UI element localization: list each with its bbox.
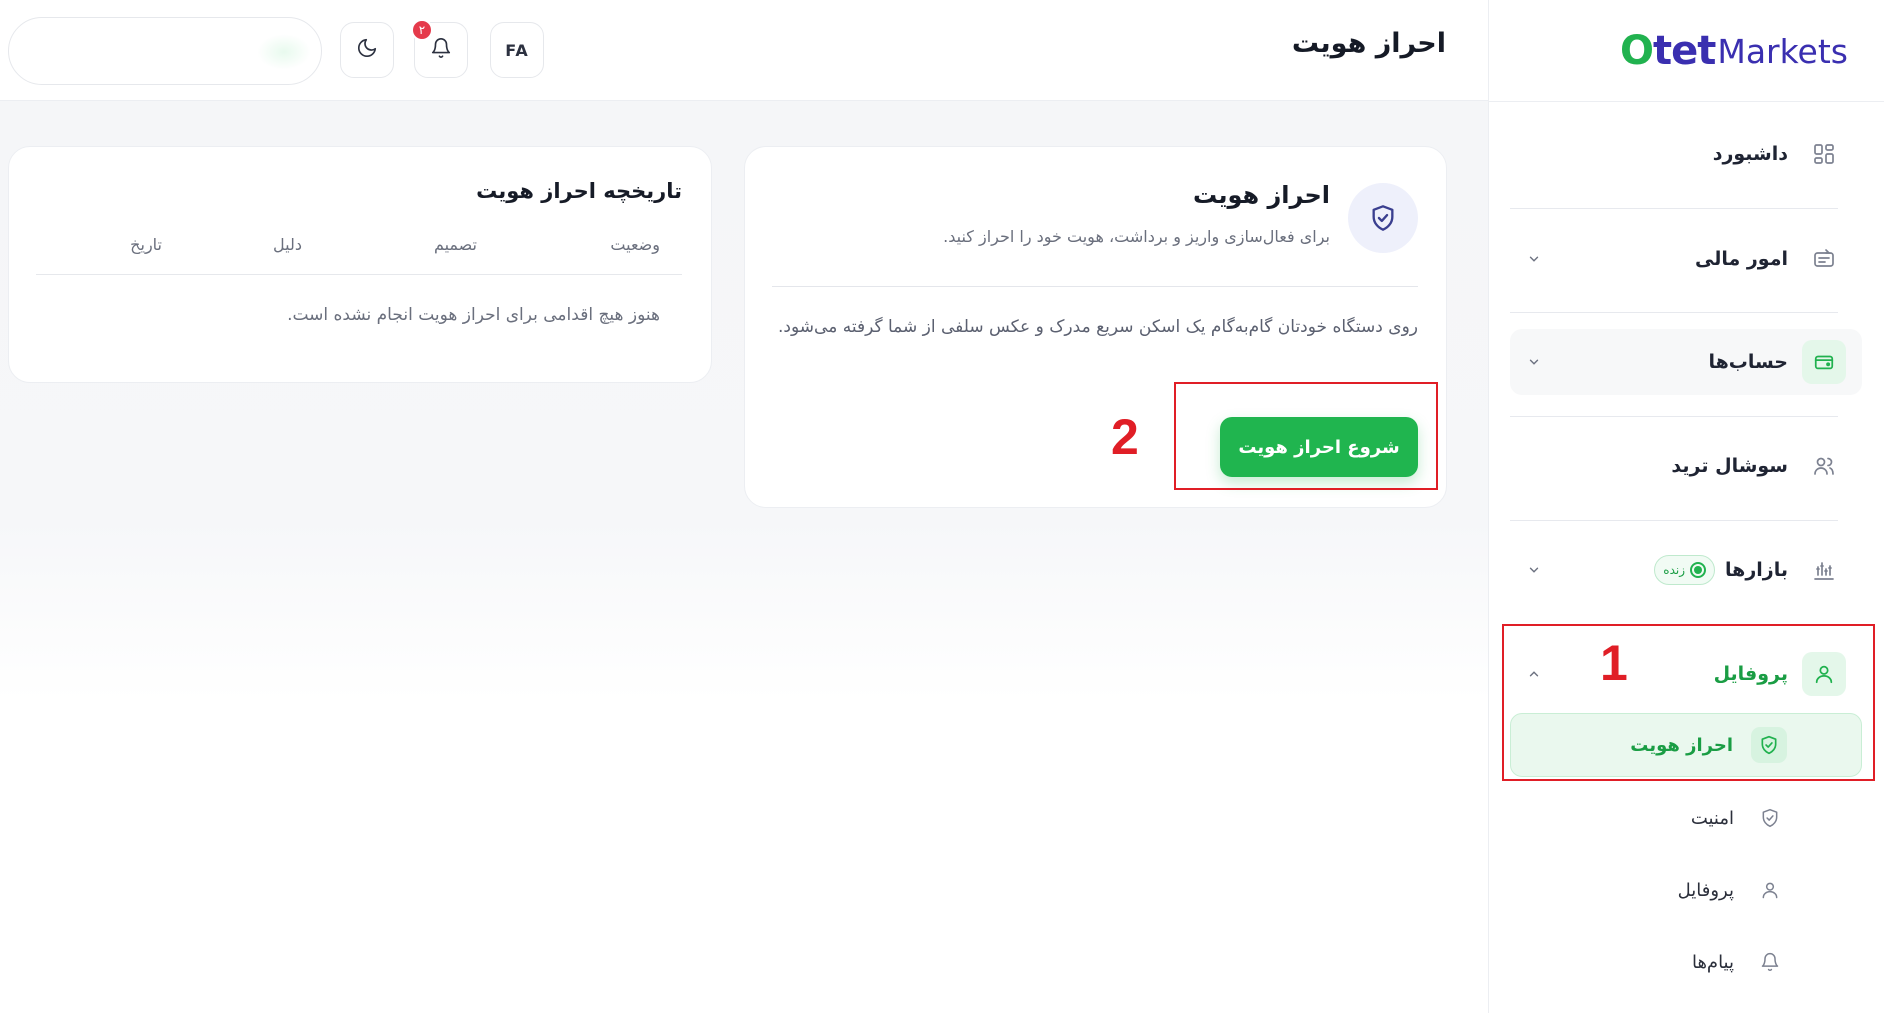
divider	[772, 286, 1418, 287]
sidebar-subitem-security[interactable]: امنیت	[1510, 786, 1862, 850]
notification-count-badge: ۲	[411, 19, 433, 41]
sidebar: Otet Markets داشبورد امور مالی حساب‌ها	[1488, 0, 1884, 1013]
history-empty-state: هنوز هیچ اقدامی برای احراز هویت انجام نش…	[287, 305, 660, 325]
verification-history-card: تاریخچه احراز هویت وضعیت تصمیم دلیل تاری…	[8, 146, 712, 383]
page-title: احراز هویت	[1291, 28, 1446, 59]
theme-toggle-button[interactable]	[340, 22, 394, 78]
column-reason: دلیل	[273, 235, 302, 254]
sidebar-item-label: بازارها	[1725, 559, 1788, 581]
bell-icon	[430, 37, 452, 63]
wallet-icon	[1802, 340, 1846, 384]
column-date: تاریخ	[130, 235, 162, 254]
sidebar-subitem-profile[interactable]: پروفایل	[1510, 858, 1862, 922]
chevron-down-icon[interactable]	[1524, 249, 1544, 269]
shield-check-icon	[1348, 183, 1418, 253]
chart-bars-icon	[1802, 548, 1846, 592]
sidebar-subitem-label: امنیت	[1690, 807, 1734, 829]
pill-glow	[257, 34, 311, 70]
sidebar-subitem-messages[interactable]: پیام‌ها	[1510, 930, 1862, 994]
sidebar-item-label: داشبورد	[1712, 143, 1788, 165]
account-pill[interactable]	[8, 17, 322, 85]
logo-text: Markets	[1717, 31, 1848, 71]
live-badge-label: زنده	[1663, 563, 1686, 577]
tetmarkets-logo[interactable]: Otet Markets	[1620, 26, 1848, 76]
annotation-box-start-button	[1174, 382, 1438, 490]
shield-icon	[1752, 800, 1788, 836]
logo-mark: Otet	[1619, 28, 1716, 74]
sidebar-item-label: حساب‌ها	[1708, 351, 1788, 373]
sidebar-item-finance[interactable]: امور مالی	[1510, 226, 1862, 292]
user-icon	[1752, 872, 1788, 908]
sidebar-subitem-label: پروفایل	[1677, 879, 1734, 901]
verification-description: روی دستگاه خودتان گام‌به‌گام یک اسکن سری…	[778, 317, 1418, 337]
live-badge: زنده	[1654, 555, 1716, 585]
grid-icon	[1802, 132, 1846, 176]
column-decision: تصمیم	[433, 235, 477, 254]
verification-title: احراز هویت	[1193, 181, 1330, 209]
users-icon	[1802, 444, 1846, 488]
chevron-down-icon[interactable]	[1524, 352, 1544, 372]
annotation-box-profile	[1502, 624, 1875, 781]
sidebar-item-label: سوشال ترید	[1671, 455, 1788, 477]
bell-icon	[1752, 944, 1788, 980]
sidebar-item-label: امور مالی	[1695, 248, 1788, 270]
sidebar-subitem-label: پیام‌ها	[1691, 951, 1734, 973]
history-table-header: وضعیت تصمیم دلیل تاریخ	[36, 235, 682, 275]
annotation-number-2: 2	[1111, 409, 1139, 465]
main-content: احراز هویت برای فعال‌سازی واریز و برداشت…	[0, 101, 1488, 1013]
sidebar-item-accounts[interactable]: حساب‌ها	[1510, 329, 1862, 395]
wallet-transfer-icon	[1802, 237, 1846, 281]
language-label: FA	[505, 40, 529, 60]
moon-icon	[356, 37, 378, 63]
column-status: وضعیت	[610, 235, 660, 254]
verification-subtitle: برای فعال‌سازی واریز و برداشت، هویت خود …	[943, 227, 1330, 246]
language-button[interactable]: FA	[490, 22, 544, 78]
live-dot-icon	[1690, 562, 1707, 578]
annotation-number-1: 1	[1600, 635, 1628, 691]
top-header: احراز هویت FA ۲	[0, 0, 1488, 101]
sidebar-item-dashboard[interactable]: داشبورد	[1510, 121, 1862, 187]
notifications-button[interactable]: ۲	[411, 19, 468, 78]
history-title: تاریخچه احراز هویت	[476, 179, 682, 203]
sidebar-item-social-trade[interactable]: سوشال ترید	[1510, 433, 1862, 499]
chevron-down-icon[interactable]	[1524, 560, 1544, 580]
sidebar-item-markets[interactable]: بازارها زنده	[1510, 537, 1862, 603]
